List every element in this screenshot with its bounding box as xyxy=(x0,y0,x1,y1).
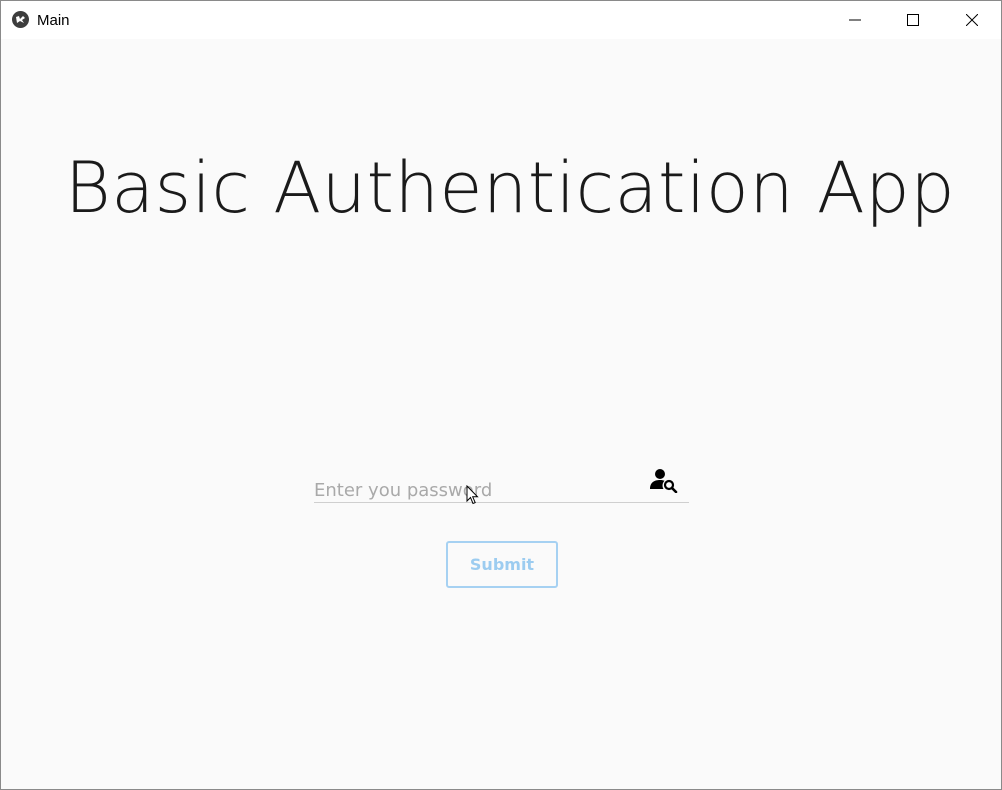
maximize-icon xyxy=(907,14,919,26)
app-window: Main Basic Authentication App Enter you … xyxy=(0,0,1002,790)
minimize-button[interactable] xyxy=(826,1,884,39)
maximize-button[interactable] xyxy=(884,1,942,39)
window-title: Main xyxy=(37,12,70,29)
mouse-cursor-icon xyxy=(466,484,479,510)
page-title: Basic Authentication App xyxy=(64,147,956,229)
title-bar[interactable]: Main xyxy=(1,1,1001,39)
main-content: Basic Authentication App Submit xyxy=(1,39,1001,789)
account-search-icon[interactable] xyxy=(650,467,678,494)
password-field[interactable] xyxy=(314,464,689,503)
minimize-icon xyxy=(849,19,861,21)
kivy-logo-icon xyxy=(12,11,29,28)
close-icon xyxy=(966,14,978,26)
close-button[interactable] xyxy=(943,1,1001,39)
submit-button[interactable]: Submit xyxy=(446,541,558,588)
